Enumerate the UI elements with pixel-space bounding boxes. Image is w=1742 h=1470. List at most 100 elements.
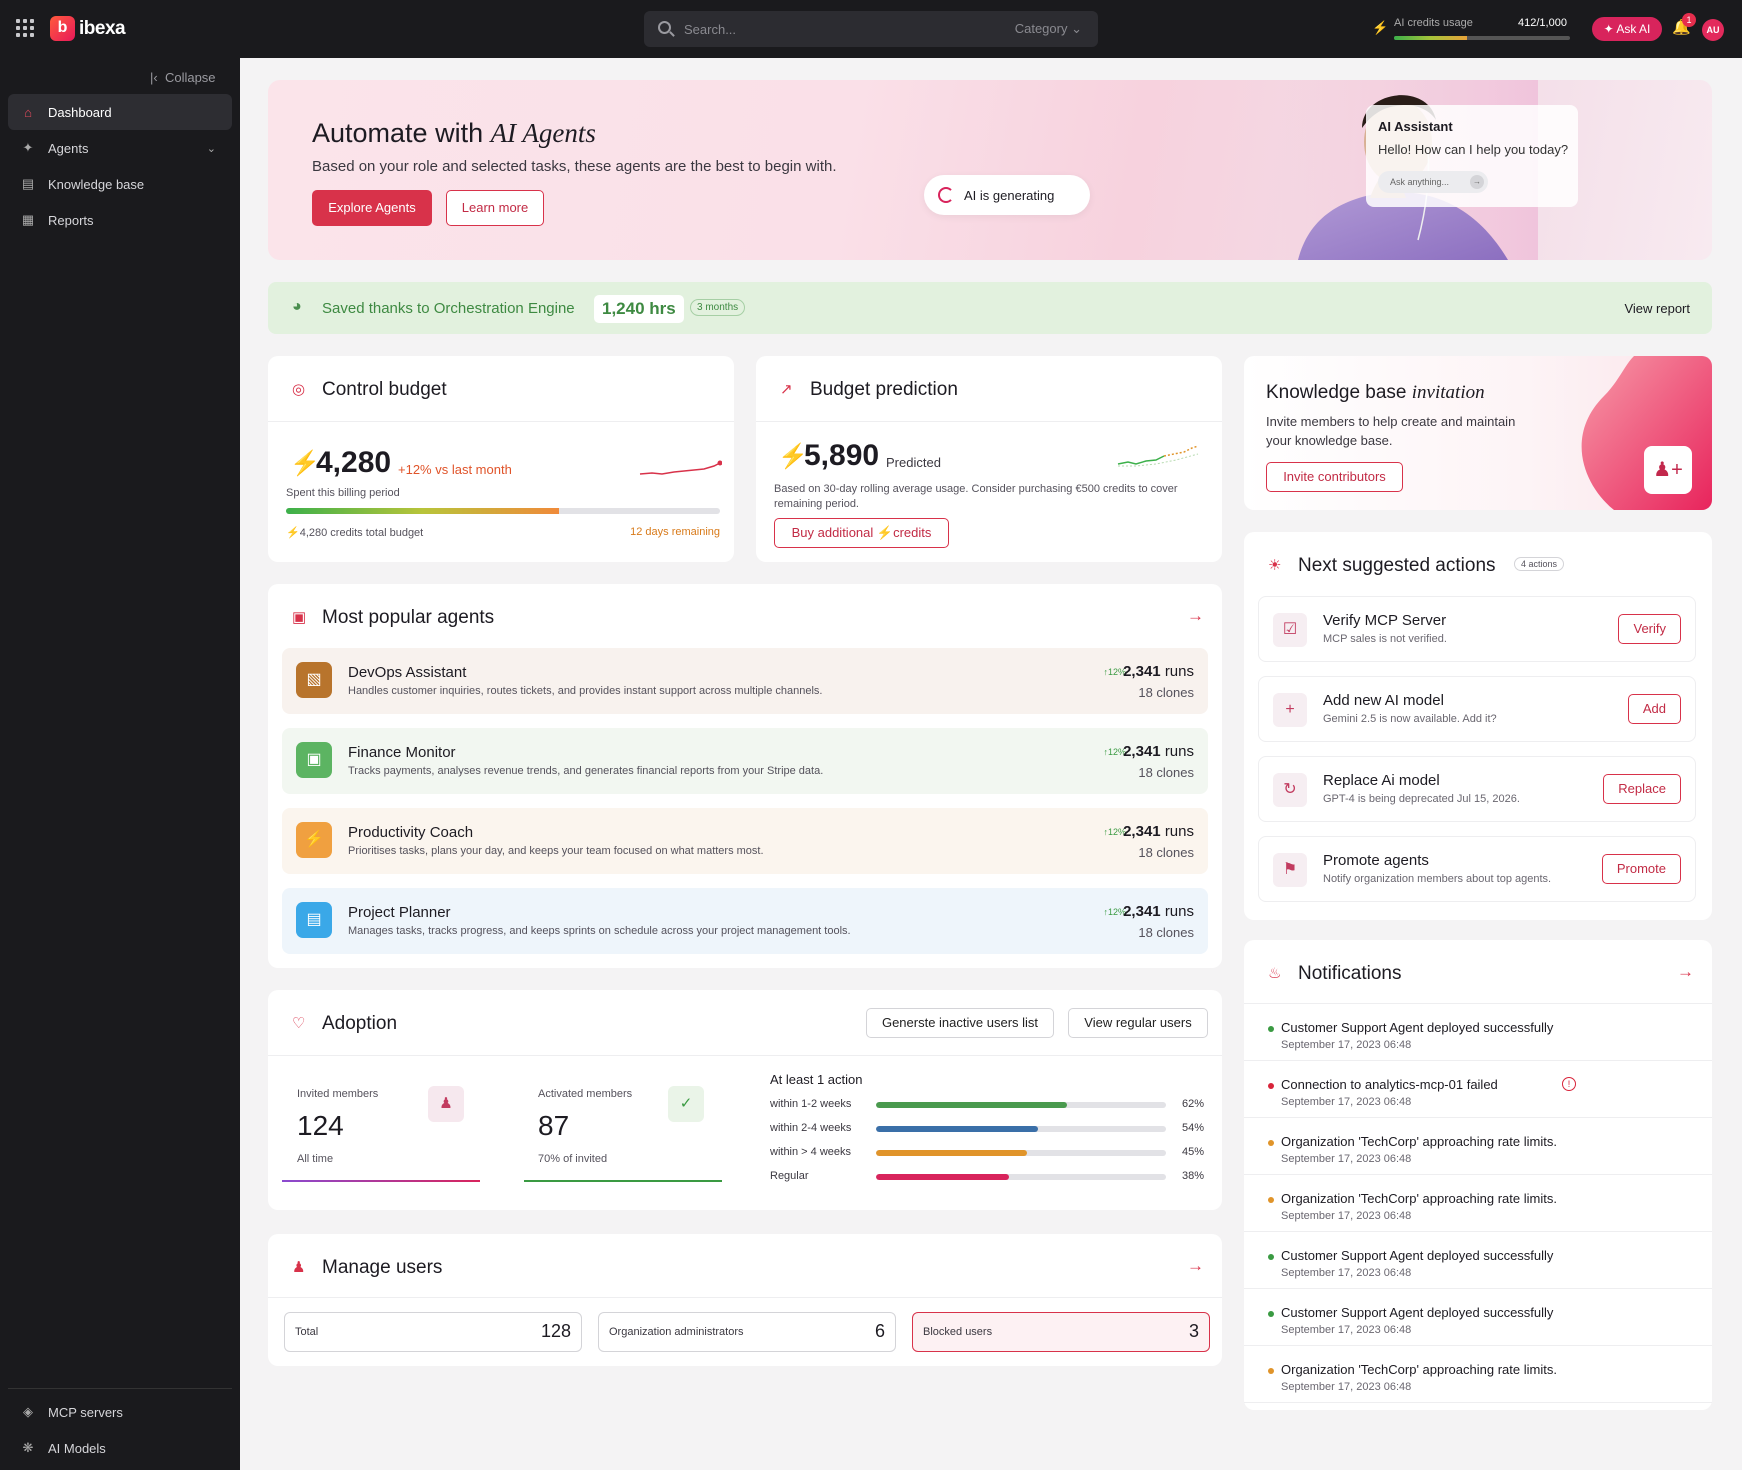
ai-assistant-input[interactable]: Ask anything... → bbox=[1378, 171, 1488, 193]
category-select[interactable]: Category ⌄ bbox=[1015, 21, 1082, 37]
logo[interactable]: b ibexa bbox=[50, 16, 126, 41]
book-icon: ▤ bbox=[21, 176, 35, 191]
view-regular-users-button[interactable]: View regular users bbox=[1068, 1008, 1208, 1038]
budget-prediction-card: ↗ Budget prediction ⚡ 5,890 Predicted Ba… bbox=[756, 356, 1222, 562]
notification-text: Customer Support Agent deployed successf… bbox=[1281, 1305, 1554, 1320]
card-title: Control budget bbox=[322, 379, 447, 400]
promote-button[interactable]: Promote bbox=[1601, 854, 1681, 884]
activated-label: Activated members bbox=[538, 1088, 633, 1100]
stat-total[interactable]: Total 128 bbox=[284, 1312, 582, 1352]
sidebar-item-dashboard[interactable]: ⌂ Dashboard bbox=[8, 94, 232, 130]
agent-row[interactable]: ▣ Finance Monitor Tracks payments, analyse… bbox=[282, 728, 1208, 794]
adoption-bar-row: within 2-4 weeks 54% bbox=[770, 1122, 1204, 1138]
budget-caption: Spent this billing period bbox=[286, 487, 400, 499]
notification-item[interactable]: Customer Support Agent deployed successf… bbox=[1244, 1232, 1712, 1289]
agent-name: Project Planner bbox=[348, 904, 451, 921]
prediction-sparkline bbox=[1117, 445, 1199, 467]
buy-credits-button[interactable]: Buy additional ⚡credits bbox=[774, 518, 949, 548]
collapse-button[interactable]: |‹ Collapse bbox=[150, 70, 216, 85]
ai-generating-label: AI is generating bbox=[964, 187, 1055, 203]
spinner-icon bbox=[938, 187, 954, 203]
view-report-link[interactable]: View report bbox=[1624, 301, 1690, 316]
adoption-bar-label: within 1-2 weeks bbox=[770, 1098, 852, 1110]
megaphone-icon: ⚑ bbox=[1273, 853, 1307, 887]
stat-blocked-users[interactable]: Blocked users 3 bbox=[912, 1312, 1210, 1352]
sidebar-item-label: Knowledge base bbox=[48, 176, 145, 192]
sidebar-item-label: AI Models bbox=[48, 1440, 106, 1456]
notification-item[interactable]: Connection to analytics-mcp-01 failed! Se… bbox=[1244, 1061, 1712, 1118]
notification-item[interactable]: Customer Support Agent deployed successf… bbox=[1244, 1289, 1712, 1346]
arrow-right-icon[interactable]: → bbox=[1187, 606, 1204, 626]
piggy-bank-icon: ◕ bbox=[292, 298, 302, 315]
sidebar-item-reports[interactable]: ▦ Reports bbox=[8, 202, 232, 238]
sidebar-divider bbox=[8, 1388, 232, 1389]
notification-text: Customer Support Agent deployed successf… bbox=[1281, 1020, 1554, 1035]
action-title: Promote agents bbox=[1323, 852, 1429, 869]
adoption-bar-percent: 38% bbox=[1181, 1170, 1204, 1182]
learn-more-button[interactable]: Learn more bbox=[446, 190, 544, 226]
notification-item[interactable]: Organization 'TechCorp' approaching rate… bbox=[1244, 1346, 1712, 1403]
activated-caption: 70% of invited bbox=[538, 1153, 608, 1165]
stat-value: 6 bbox=[874, 1321, 885, 1341]
sidebar-item-agents[interactable]: ✦ Agents ⌄ bbox=[8, 130, 232, 166]
agent-row[interactable]: ▤ Project Planner Manages tasks, tracks pr… bbox=[282, 888, 1208, 954]
sidebar-item-ai-models[interactable]: ❋ AI Models bbox=[8, 1430, 232, 1466]
user-icon: ♟ bbox=[428, 1086, 464, 1122]
stat-label: Blocked users bbox=[923, 1326, 993, 1338]
search-input[interactable] bbox=[684, 19, 984, 39]
agent-name: Productivity Coach bbox=[348, 824, 474, 841]
add-button[interactable]: Add bbox=[1627, 694, 1681, 724]
search-icon bbox=[658, 21, 671, 34]
notification-item[interactable]: Customer Support Agent deployed successf… bbox=[1244, 1004, 1712, 1061]
status-dot-icon bbox=[1268, 1197, 1274, 1203]
generate-inactive-users-button[interactable]: Generste inactive users list bbox=[866, 1008, 1054, 1038]
notification-text: Customer Support Agent deployed successf… bbox=[1281, 1248, 1554, 1263]
suggested-action: ☑ Verify MCP Server MCP sales is not verif… bbox=[1258, 596, 1696, 662]
arrow-right-icon[interactable]: → bbox=[1677, 962, 1694, 982]
card-title: Most popular agents bbox=[322, 607, 495, 628]
agent-description: Prioritises tasks, plans your day, and k… bbox=[348, 845, 764, 857]
app-grid-icon[interactable] bbox=[16, 19, 34, 37]
adoption-bar-track bbox=[876, 1150, 1166, 1156]
invite-contributors-button[interactable]: Invite contributors bbox=[1266, 462, 1403, 492]
suggested-action: ⚑ Promote agents Notify organization membe… bbox=[1258, 836, 1696, 902]
adoption-bar-row: Regular 38% bbox=[770, 1170, 1204, 1186]
verify-button[interactable]: Verify bbox=[1618, 614, 1681, 644]
credits-label: AI credits usage bbox=[1394, 17, 1473, 29]
plus-icon: + bbox=[1273, 693, 1307, 727]
ask-ai-button[interactable]: ✦ Ask AI bbox=[1592, 17, 1662, 41]
notification-text: Organization 'TechCorp' approaching rate… bbox=[1281, 1134, 1557, 1149]
notification-item[interactable]: Organization 'TechCorp' approaching rate… bbox=[1244, 1118, 1712, 1175]
action-description: MCP sales is not verified. bbox=[1323, 633, 1447, 645]
category-label: Category bbox=[1014, 21, 1068, 36]
notification-item[interactable]: Organization 'TechCorp' approaching rate… bbox=[1244, 1175, 1712, 1232]
sidebar-item-knowledge-base[interactable]: ▤ Knowledge base bbox=[8, 166, 232, 202]
clipboard-icon: ▤ bbox=[296, 902, 332, 938]
notification-text: Organization 'TechCorp' approaching rate… bbox=[1281, 1191, 1557, 1206]
agent-description: Handles customer inquiries, routes ticke… bbox=[348, 685, 823, 697]
logo-text: ibexa bbox=[79, 17, 126, 39]
suggested-actions-card: ☀ Next suggested actions 4 actions ☑ Veri… bbox=[1244, 532, 1712, 920]
notification-text: Connection to analytics-mcp-01 failed bbox=[1281, 1077, 1498, 1092]
lightning-icon: ⚡ bbox=[1372, 20, 1389, 35]
sidebar-item-mcp-servers[interactable]: ◈ MCP servers bbox=[8, 1394, 232, 1430]
explore-agents-button[interactable]: Explore Agents bbox=[312, 190, 432, 226]
budget-total-label: 4,280 credits total budget bbox=[299, 527, 424, 539]
avatar[interactable]: AU bbox=[1702, 19, 1724, 41]
search-bar[interactable]: Category ⌄ bbox=[644, 11, 1098, 47]
replace-button[interactable]: Replace bbox=[1603, 774, 1681, 804]
chevron-down-icon[interactable]: ⌄ bbox=[207, 142, 216, 155]
saved-banner: ◕ Saved thanks to Orchestration Engine 1… bbox=[268, 282, 1712, 334]
stat-org-admins[interactable]: Organization administrators 6 bbox=[598, 1312, 896, 1352]
adoption-bar-percent: 54% bbox=[1181, 1122, 1204, 1134]
card-title: Next suggested actions bbox=[1298, 555, 1496, 576]
notifications-button[interactable]: 🔔 1 bbox=[1672, 13, 1696, 38]
arrow-right-icon[interactable]: → bbox=[1470, 175, 1484, 189]
ai-assistant-title: AI Assistant bbox=[1378, 119, 1453, 134]
agent-runs-value: 2,341 bbox=[1123, 903, 1161, 920]
agent-row[interactable]: ▧ DevOps Assistant Handles customer inquir… bbox=[282, 648, 1208, 714]
adoption-bar-label: within > 4 weeks bbox=[770, 1146, 852, 1158]
agent-row[interactable]: ⚡ Productivity Coach Prioritises tasks, pl… bbox=[282, 808, 1208, 874]
arrow-right-icon[interactable]: → bbox=[1187, 1256, 1204, 1276]
adoption-bar-track bbox=[876, 1126, 1166, 1132]
